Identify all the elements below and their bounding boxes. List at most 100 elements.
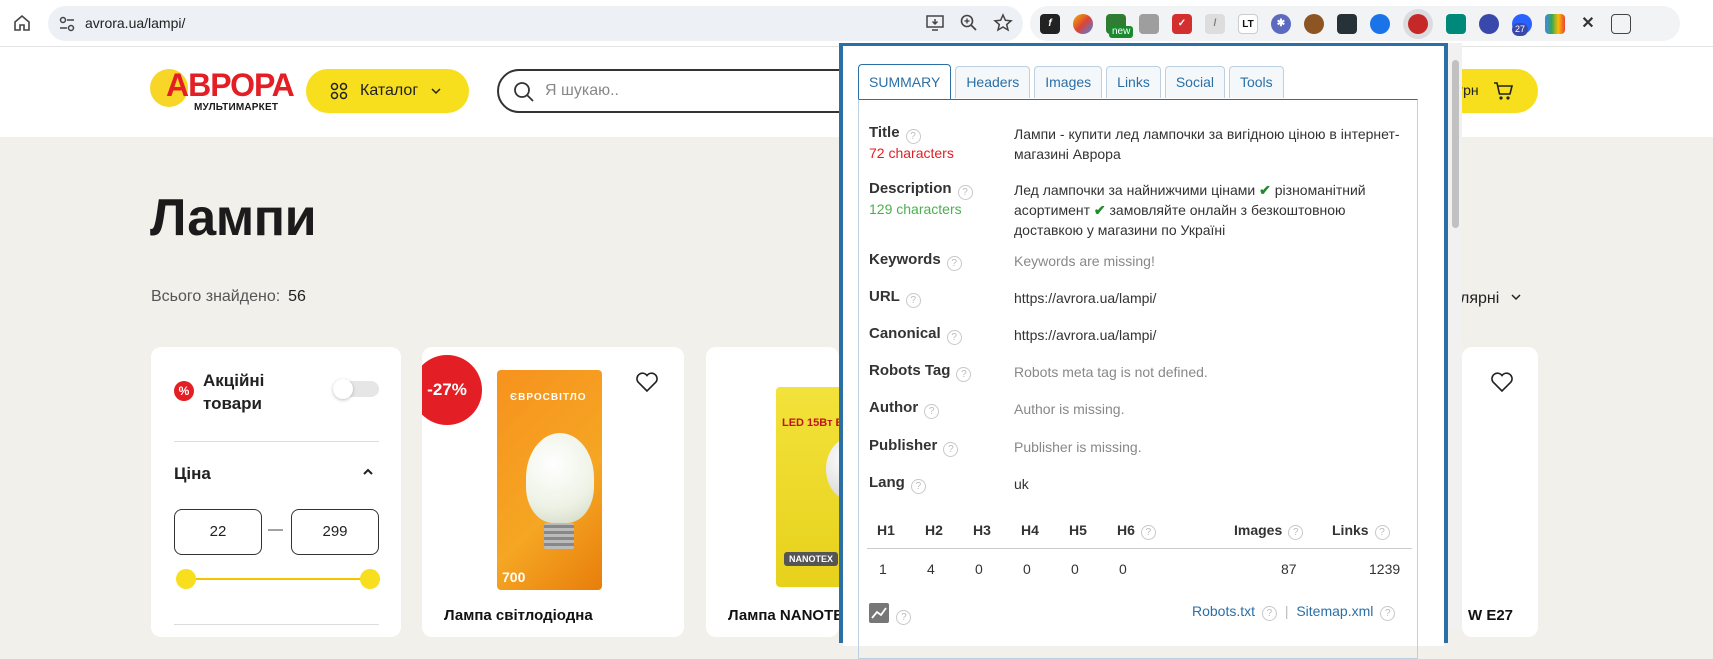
heart-icon[interactable] — [635, 371, 659, 393]
lang-value: uk — [1014, 476, 1029, 492]
puzzle-extensions-icon[interactable] — [1611, 13, 1631, 34]
robots-tag-label: Robots Tag? — [869, 362, 972, 382]
tab-summary[interactable]: SUMMARY — [858, 64, 952, 99]
help-icon[interactable]: ? — [924, 404, 940, 419]
help-icon[interactable]: ? — [957, 185, 973, 200]
pen-extension-icon[interactable]: / — [1205, 13, 1225, 34]
new-badge: new — [1109, 26, 1134, 38]
chevron-down-icon — [431, 88, 441, 95]
browser-toolbar: avrora.ua/lampi/ f ✓ / LT ✱ ✕ new 27 — [0, 0, 1713, 47]
h3-count: 0 — [975, 561, 983, 577]
canonical-value[interactable]: https://avrora.ua/lampi/ — [1014, 325, 1404, 345]
price-slider-max-handle[interactable] — [360, 569, 380, 589]
search-input[interactable]: Я шукаю.. — [497, 69, 877, 113]
check-icon: ✔ — [1259, 182, 1271, 198]
discount-badge: -27% — [422, 355, 482, 425]
promo-filter-label: Акційні товари — [203, 371, 265, 413]
tab-headers[interactable]: Headers — [955, 66, 1031, 98]
sort-dropdown[interactable]: лярні — [1460, 290, 1522, 308]
h5-count: 0 — [1071, 561, 1079, 577]
product-card[interactable]: LED 15Вт E27 NANOTEX Лампа NANOTE — [706, 347, 839, 637]
footer-links: Robots.txt ? | Sitemap.xml ? — [1192, 603, 1396, 621]
catalog-button[interactable]: Каталог — [306, 69, 469, 113]
help-icon[interactable]: ? — [1380, 606, 1396, 621]
popup-scrollbar-thumb[interactable] — [1452, 60, 1459, 228]
product-card[interactable]: ЄВРОСВІТЛО 700 -27% Лампа світлодіодна — [422, 347, 684, 637]
tab-tools[interactable]: Tools — [1228, 66, 1284, 98]
publisher-label: Publisher? — [869, 437, 959, 457]
count-badge: 27 — [1512, 23, 1529, 36]
help-icon[interactable]: ? — [905, 293, 921, 308]
translate-icon[interactable] — [1545, 13, 1565, 34]
lt-extension-icon[interactable]: LT — [1238, 13, 1258, 34]
image-extension-icon[interactable] — [1446, 13, 1466, 34]
product-name[interactable]: Лампа NANOTE — [728, 607, 839, 624]
url-text[interactable]: avrora.ua/lampi/ — [85, 15, 185, 31]
logo[interactable]: АВРОРА МУЛЬТИМАРКЕТ — [150, 67, 295, 117]
chart-icon[interactable]: ? — [869, 603, 912, 628]
help-icon[interactable]: ? — [910, 479, 926, 494]
price-slider-min-handle[interactable] — [176, 569, 196, 589]
author-label: Author? — [869, 399, 940, 419]
h6-header: H6? — [1117, 522, 1156, 540]
publisher-value: Publisher is missing. — [1014, 439, 1142, 455]
h5-header: H5 — [1069, 522, 1087, 538]
price-min-input[interactable]: 22 — [174, 509, 262, 555]
price-max-input[interactable]: 299 — [291, 509, 379, 555]
help-icon[interactable]: ? — [896, 610, 912, 625]
price-slider-track[interactable] — [186, 578, 370, 580]
page-title: Лампи — [150, 189, 317, 247]
url-value[interactable]: https://avrora.ua/lampi/ — [1014, 288, 1404, 308]
catalog-label: Каталог — [360, 82, 419, 99]
cookie-icon[interactable] — [1304, 13, 1324, 34]
help-icon[interactable]: ? — [905, 129, 921, 144]
zoom-icon[interactable] — [959, 13, 979, 33]
help-icon[interactable]: ? — [943, 442, 959, 457]
product-name[interactable]: W E27 — [1468, 607, 1513, 624]
h1-count: 1 — [879, 561, 887, 577]
bookmark-star-icon[interactable] — [993, 13, 1013, 33]
font-extension-icon[interactable]: f — [1040, 13, 1060, 34]
color-extension-icon[interactable] — [1073, 13, 1093, 34]
seo-extension-icon[interactable] — [1403, 8, 1433, 39]
grid-icon — [330, 82, 348, 100]
help-icon[interactable]: ? — [1261, 606, 1277, 621]
heart-icon[interactable] — [1490, 371, 1514, 393]
sitemap-link[interactable]: Sitemap.xml — [1296, 603, 1373, 619]
hexagon-extension-icon[interactable] — [1337, 13, 1357, 34]
keywords-value: Keywords are missing! — [1014, 253, 1155, 269]
camera-icon[interactable] — [1139, 13, 1159, 34]
help-icon[interactable]: ? — [946, 330, 962, 345]
search-extension-icon[interactable] — [1370, 13, 1390, 34]
home-icon[interactable] — [12, 13, 32, 33]
help-icon[interactable]: ? — [1288, 525, 1304, 540]
close-extension-icon[interactable]: ✕ — [1578, 14, 1598, 34]
description-label: Description? — [869, 180, 973, 200]
product-box-lumens: 700 — [502, 569, 526, 585]
chevron-up-icon[interactable] — [361, 465, 375, 479]
help-icon[interactable]: ? — [956, 367, 972, 382]
site-settings-icon[interactable] — [58, 15, 76, 33]
graduation-cap-icon[interactable] — [1479, 13, 1499, 34]
author-value: Author is missing. — [1014, 401, 1125, 417]
gear-extension-icon[interactable]: ✱ — [1271, 13, 1291, 34]
tab-images[interactable]: Images — [1034, 66, 1103, 98]
links-count: 1239 — [1369, 561, 1401, 577]
divider — [867, 548, 1412, 549]
address-bar[interactable]: avrora.ua/lampi/ — [48, 6, 1023, 41]
tab-social[interactable]: Social — [1164, 66, 1225, 98]
canonical-label: Canonical? — [869, 325, 962, 345]
divider — [174, 441, 379, 442]
results-count: Всього знайдено: 56 — [151, 288, 306, 305]
checkbox-extension-icon[interactable]: ✓ — [1172, 13, 1192, 34]
promo-toggle[interactable] — [333, 379, 379, 399]
help-icon[interactable]: ? — [1374, 525, 1390, 540]
tab-links[interactable]: Links — [1106, 66, 1161, 98]
product-name[interactable]: Лампа світлодіодна — [444, 607, 593, 624]
h2-header: H2 — [925, 522, 943, 538]
help-icon[interactable]: ? — [1140, 525, 1156, 540]
robots-txt-link[interactable]: Robots.txt — [1192, 603, 1255, 619]
product-card[interactable]: W E27 — [1462, 347, 1538, 637]
help-icon[interactable]: ? — [946, 256, 962, 271]
install-app-icon[interactable] — [925, 13, 945, 33]
